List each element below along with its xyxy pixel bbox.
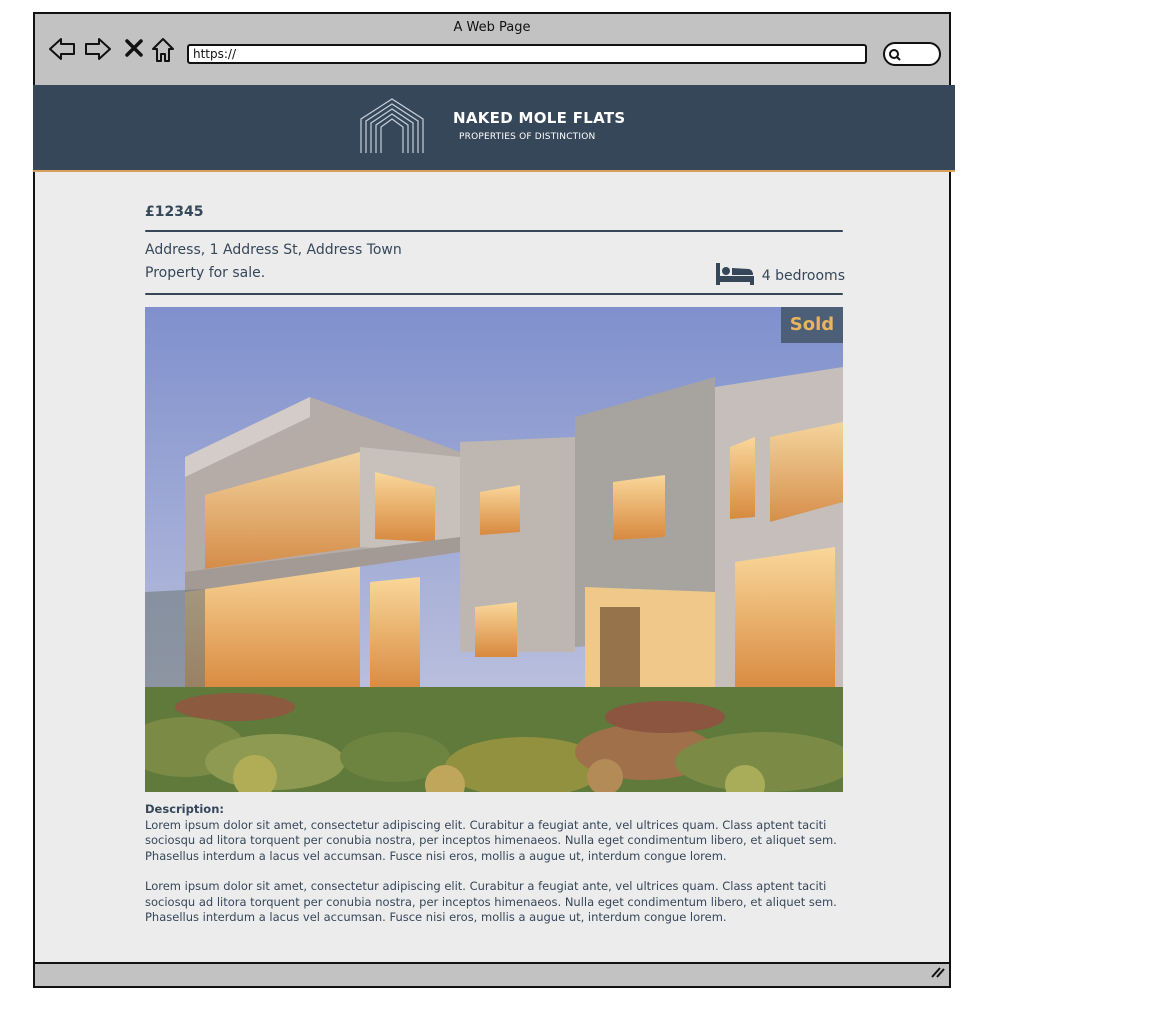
- listing-sale-type: Property for sale.: [145, 265, 266, 281]
- search-button[interactable]: [883, 42, 941, 66]
- window-title: A Web Page: [453, 20, 531, 35]
- close-icon[interactable]: [124, 38, 144, 62]
- forward-icon[interactable]: [84, 36, 112, 66]
- browser-window: A Web Page https:// NAKED MOLE FLATS PRO…: [33, 12, 955, 988]
- brand-name: NAKED MOLE FLATS: [453, 109, 626, 127]
- listing-price: £12345: [145, 204, 204, 220]
- description-paragraph: Lorem ipsum dolor sit amet, consectetur …: [145, 879, 837, 924]
- status-bar: [35, 962, 949, 986]
- description-label: Description:: [145, 802, 224, 816]
- site-header: NAKED MOLE FLATS PROPERTIES OF DISTINCTI…: [33, 85, 955, 172]
- brand-tagline: PROPERTIES OF DISTINCTION: [459, 132, 596, 142]
- divider: [145, 230, 843, 232]
- browser-chrome: A Web Page https://: [35, 14, 949, 86]
- sold-badge: Sold: [781, 307, 843, 343]
- description: Description: Lorem ipsum dolor sit amet,…: [145, 802, 845, 941]
- home-icon[interactable]: [150, 36, 176, 68]
- bed-icon: [715, 263, 754, 289]
- bedrooms-info: 4 bedrooms: [715, 263, 845, 289]
- url-input[interactable]: https://: [187, 44, 867, 64]
- logo[interactable]: [359, 97, 425, 159]
- property-photo[interactable]: Sold: [145, 307, 843, 792]
- resize-grip-icon[interactable]: [929, 964, 945, 983]
- bedrooms-count: 4 bedrooms: [761, 268, 845, 284]
- back-icon[interactable]: [48, 36, 76, 66]
- divider: [145, 293, 843, 295]
- description-paragraph: Lorem ipsum dolor sit amet, consectetur …: [145, 817, 837, 863]
- listing-address: Address, 1 Address St, Address Town: [145, 242, 402, 258]
